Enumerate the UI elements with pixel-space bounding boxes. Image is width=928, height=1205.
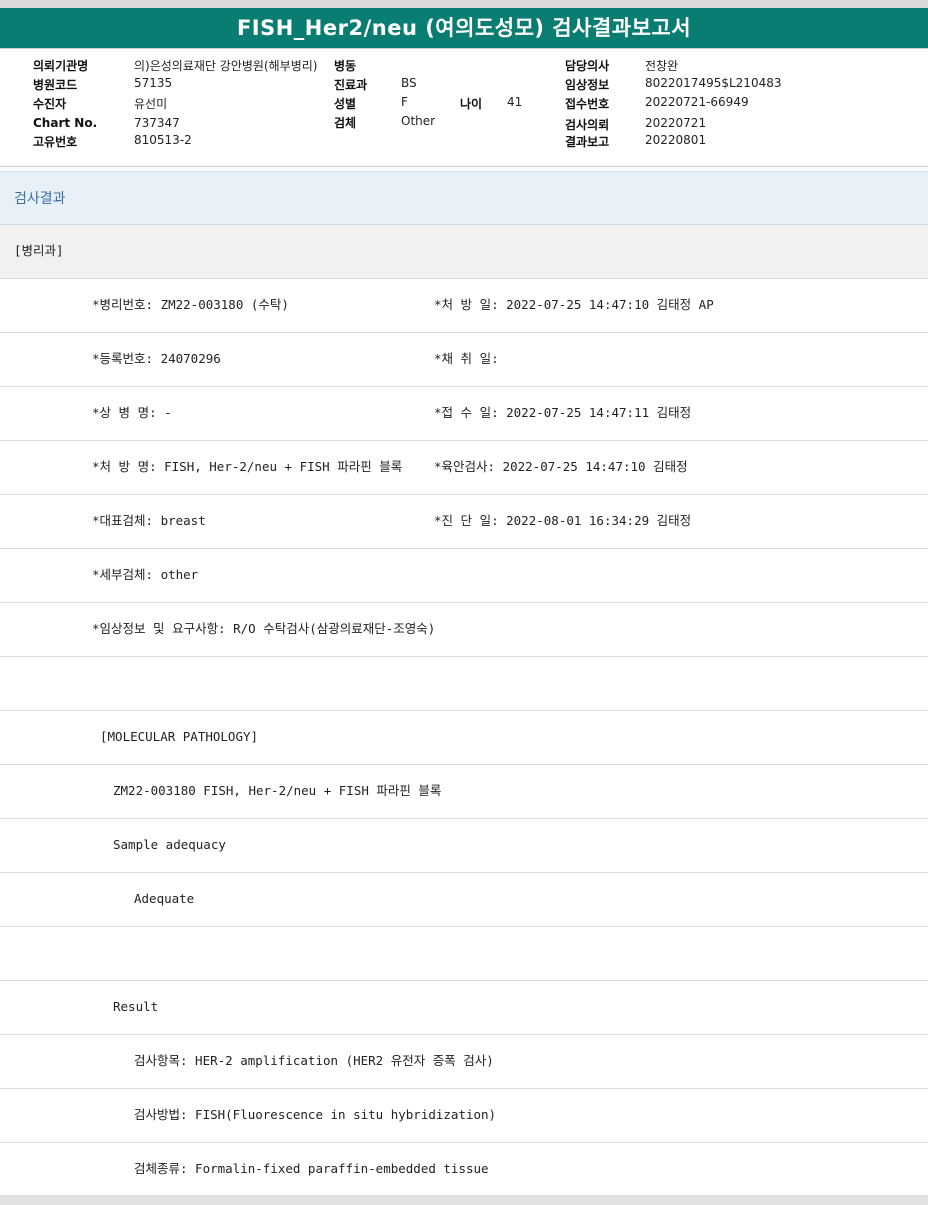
label-patient: 수진자 <box>33 97 67 111</box>
label-hospital-code: 병원코드 <box>33 78 78 92</box>
row-right-text: *처 방 일: 2022-07-25 14:47:10 김태정 AP <box>434 297 714 312</box>
label-specimen: 검체 <box>334 116 357 130</box>
value-clinical-info: 8022017495$L210483 <box>645 76 782 90</box>
value-test-request: 20220721 <box>645 116 707 130</box>
label-department: 진료과 <box>334 78 368 92</box>
bottom-strip <box>0 1195 928 1205</box>
report-line: Result <box>0 981 928 1035</box>
value-age: 41 <box>507 95 523 109</box>
table-row: *상 병 명: - *접 수 일: 2022-07-25 14:47:11 김태… <box>0 387 928 441</box>
label-unique-number: 고유번호 <box>33 135 78 149</box>
label-attending-doctor: 담당의사 <box>565 59 610 73</box>
value-specimen: Other <box>401 114 436 128</box>
molecular-pathology-header: [MOLECULAR PATHOLOGY] <box>100 729 259 744</box>
value-receipt-number: 20220721-66949 <box>645 95 749 109</box>
test-item: 검사항목: HER-2 amplification (HER2 유전자 증폭 검… <box>134 1053 494 1068</box>
value-department: BS <box>401 76 417 90</box>
table-row: *등록번호: 24070296 *채 취 일: <box>0 333 928 387</box>
value-patient: 유선미 <box>134 97 168 111</box>
report-line: [MOLECULAR PATHOLOGY] <box>0 711 928 765</box>
label-result-report: 결과보고 <box>565 135 610 149</box>
report-title: FISH_Her2/neu (여의도성모) 검사결과보고서 <box>0 8 928 49</box>
row-right-text: *채 취 일: <box>434 351 499 366</box>
row-right-text: *접 수 일: 2022-07-25 14:47:11 김태정 <box>434 405 692 420</box>
label-clinical-info: 임상정보 <box>565 78 610 92</box>
label-receipt-number: 접수번호 <box>565 97 610 111</box>
specimen-type: 검체종류: Formalin-fixed paraffin-embedded t… <box>134 1161 489 1176</box>
row-left-text: *병리번호: ZM22-003180 (수탁) <box>92 297 289 312</box>
table-row: *처 방 명: FISH, Her-2/neu + FISH 파라핀 블록 *육… <box>0 441 928 495</box>
report-line <box>0 657 928 711</box>
top-strip <box>0 0 928 8</box>
value-chart-no: 737347 <box>134 116 180 130</box>
report-line: 검사방법: FISH(Fluorescence in situ hybridiz… <box>0 1089 928 1143</box>
section-title-test-results: 검사결과 <box>0 171 928 225</box>
row-left-text: *상 병 명: - <box>92 405 172 420</box>
report-line: ZM22-003180 FISH, Her-2/neu + FISH 파라핀 블… <box>0 765 928 819</box>
test-method: 검사방법: FISH(Fluorescence in situ hybridiz… <box>134 1107 497 1122</box>
report-line: 검사항목: HER-2 amplification (HER2 유전자 증폭 검… <box>0 1035 928 1089</box>
label-test-request: 검사의뢰 <box>565 118 610 132</box>
row-right-text: *육안검사: 2022-07-25 14:47:10 김태정 <box>434 459 688 474</box>
report-line: Adequate <box>0 873 928 927</box>
adequacy-value: Adequate <box>134 891 195 906</box>
row-left-text: *등록번호: 24070296 <box>92 351 221 366</box>
case-line: ZM22-003180 FISH, Her-2/neu + FISH 파라핀 블… <box>113 783 442 798</box>
table-row: *병리번호: ZM22-003180 (수탁) *처 방 일: 2022-07-… <box>0 279 928 333</box>
label-age: 나이 <box>460 97 483 111</box>
row-left-text: *임상정보 및 요구사항: R/O 수탁검사(삼광의료재단-조영숙) <box>92 621 436 636</box>
label-referring-institution: 의뢰기관명 <box>33 59 89 73</box>
label-chart-no: Chart No. <box>33 116 98 130</box>
value-referring-institution: 의)은성의료재단 강안병원(해부병리) <box>134 59 318 73</box>
value-hospital-code: 57135 <box>134 76 173 90</box>
value-sex: F <box>401 95 408 109</box>
row-right-text: *진 단 일: 2022-08-01 16:34:29 김태정 <box>434 513 692 528</box>
report-line <box>0 927 928 981</box>
value-unique-number: 810513-2 <box>134 133 192 147</box>
patient-info-panel: 의뢰기관명 의)은성의료재단 강안병원(해부병리) 병원코드 57135 수진자… <box>0 49 928 159</box>
table-row: *임상정보 및 요구사항: R/O 수탁검사(삼광의료재단-조영숙) <box>0 603 928 657</box>
report-line: 검체종류: Formalin-fixed paraffin-embedded t… <box>0 1143 928 1195</box>
value-attending-doctor: 전창완 <box>645 59 679 73</box>
table-row: *대표검체: breast *진 단 일: 2022-08-01 16:34:2… <box>0 495 928 549</box>
label-ward: 병동 <box>334 59 357 73</box>
report-line: Sample adequacy <box>0 819 928 873</box>
sample-adequacy-label: Sample adequacy <box>113 837 226 852</box>
result-label: Result <box>113 999 159 1014</box>
row-left-text: *처 방 명: FISH, Her-2/neu + FISH 파라핀 블록 <box>92 459 403 474</box>
label-sex: 성별 <box>334 97 357 111</box>
value-result-report: 20220801 <box>645 133 707 147</box>
header-divider <box>0 166 928 167</box>
table-row: *세부검체: other <box>0 549 928 603</box>
department-label: [병리과] <box>0 225 928 279</box>
row-left-text: *대표검체: breast <box>92 513 206 528</box>
row-left-text: *세부검체: other <box>92 567 199 582</box>
